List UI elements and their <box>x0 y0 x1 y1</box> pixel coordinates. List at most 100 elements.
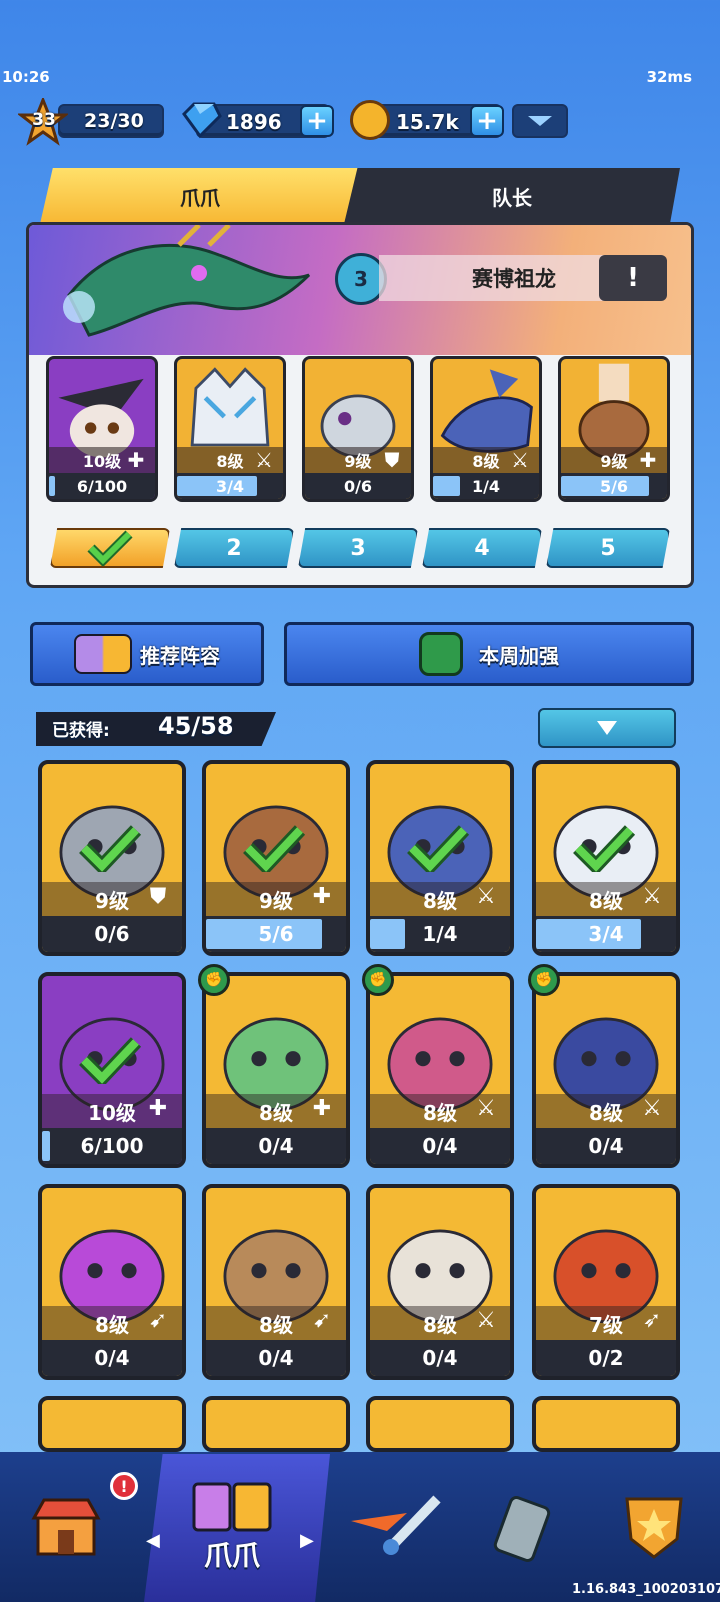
level-text: 9级 <box>344 452 372 471</box>
pet-card-partial[interactable] <box>366 1396 514 1452</box>
slot-4[interactable]: 4 <box>422 528 542 568</box>
team-card[interactable]: 9级 ✚ 5/6 <box>558 356 670 502</box>
pet-card[interactable]: 10级 ✚ 6/100 <box>38 972 186 1168</box>
progress-bar: 0/6 <box>42 916 182 952</box>
shield-icon: ⛊ <box>384 448 400 472</box>
pet-card[interactable]: 8级 ✚ 0/4 <box>202 972 350 1168</box>
progress-text: 0/4 <box>588 1134 624 1158</box>
fist-badge-icon: ✊ <box>198 964 230 996</box>
shop-alert-badge: ! <box>110 1472 138 1500</box>
version-text: 1.16.843_1002031077 <box>572 1582 720 1597</box>
level-text: 8级 <box>216 452 244 471</box>
progress-text: 5/6 <box>599 476 629 496</box>
pet-card-partial[interactable] <box>532 1396 680 1452</box>
chevron-left-icon[interactable]: ◀ <box>146 1530 160 1551</box>
progress-bar: 3/4 <box>177 473 283 499</box>
tab-captain[interactable]: 队长 <box>344 168 680 224</box>
filter-icon <box>597 721 617 735</box>
level-text: 8级 <box>589 888 623 913</box>
progress-bar: 3/4 <box>536 916 676 952</box>
battle-sword-icon[interactable] <box>342 1486 452 1566</box>
eye-icon <box>419 632 463 676</box>
level-text: 8级 <box>423 1100 457 1125</box>
add-coins-button[interactable]: + <box>470 105 504 137</box>
battery-icon[interactable] <box>482 1486 562 1566</box>
team-card[interactable]: 9级 ⛊ 0/6 <box>302 356 414 502</box>
star-shield-icon[interactable] <box>614 1486 694 1566</box>
ping: 32ms <box>646 68 692 86</box>
plus-icon: ✚ <box>127 448 145 472</box>
expand-button[interactable] <box>512 104 568 138</box>
filter-button[interactable] <box>538 708 676 748</box>
progress-text: 3/4 <box>215 476 245 496</box>
owned-label: 已获得: <box>52 721 110 741</box>
weekly-boost-button[interactable]: 本周加强 <box>284 622 694 686</box>
plus-icon: ✚ <box>312 1096 332 1121</box>
plus-icon: ✚ <box>639 448 657 472</box>
sword-icon: ⚔ <box>511 448 529 472</box>
level-text: 7级 <box>589 1312 623 1337</box>
team-card[interactable]: 8级 ⚔ 3/4 <box>174 356 286 502</box>
captain-info-button[interactable]: ! <box>599 255 667 301</box>
team-card[interactable]: 10级 ✚ 6/100 <box>46 356 158 502</box>
fist-badge-icon: ✊ <box>362 964 394 996</box>
progress-text: 1/4 <box>471 476 501 496</box>
sword-icon: ⚔ <box>642 884 662 909</box>
tab-captain-label: 队长 <box>492 185 532 210</box>
team-card[interactable]: 8级 ⚔ 1/4 <box>430 356 542 502</box>
slot-2[interactable]: 2 <box>174 528 294 568</box>
progress-text: 6/100 <box>76 476 128 496</box>
captain-name: 赛博祖龙 <box>472 267 556 291</box>
pet-card[interactable]: 9级 ✚ 5/6 <box>202 760 350 956</box>
progress-bar: 0/4 <box>206 1128 346 1164</box>
progress-bar: 1/4 <box>370 916 510 952</box>
shop-icon[interactable] <box>26 1486 106 1566</box>
level-text: 10级 <box>82 452 122 471</box>
progress-text: 0/4 <box>94 1346 130 1370</box>
pet-card-partial[interactable] <box>38 1396 186 1452</box>
level-text: 8级 <box>589 1100 623 1125</box>
pet-card[interactable]: 8级 ⚔ 0/4 <box>532 972 680 1168</box>
pet-card[interactable]: 9级 ⛊ 0/6 <box>38 760 186 956</box>
progress-text: 0/4 <box>422 1134 458 1158</box>
level-text: 8级 <box>259 1100 293 1125</box>
weekly-label: 本周加强 <box>479 643 559 668</box>
level-text: 8级 <box>423 1312 457 1337</box>
progress-text: 0/4 <box>422 1346 458 1370</box>
progress-text: 0/4 <box>258 1134 294 1158</box>
pet-card[interactable]: 8级 ⚔ 3/4 <box>532 760 680 956</box>
progress-bar: 6/100 <box>42 1128 182 1164</box>
add-gems-button[interactable]: + <box>300 105 334 137</box>
gem-icon <box>178 100 222 140</box>
slot-3[interactable]: 3 <box>298 528 418 568</box>
plus-icon: ✚ <box>148 1096 168 1121</box>
progress-text: 0/6 <box>343 476 373 496</box>
progress-bar: 0/4 <box>370 1340 510 1376</box>
owned-value: 45/58 <box>158 712 234 740</box>
progress-bar: 6/100 <box>49 473 155 499</box>
pet-card[interactable]: 8级 ⚔ 0/4 <box>366 972 514 1168</box>
pet-card[interactable]: 8级 ⚔ 1/4 <box>366 760 514 956</box>
coin-icon <box>350 100 390 140</box>
sword-icon: ⚔ <box>255 448 273 472</box>
stamina: 23/30 <box>84 110 144 132</box>
pointer-icon: ➹ <box>148 1308 168 1333</box>
owned-check-icon <box>79 825 142 872</box>
slot-1-selected[interactable] <box>50 528 170 568</box>
pet-card[interactable]: 8级 ⚔ 0/4 <box>366 1184 514 1380</box>
pet-card[interactable]: 8级 ➹ 0/4 <box>202 1184 350 1380</box>
progress-bar: 0/4 <box>42 1340 182 1376</box>
sword-icon: ⚔ <box>476 884 496 909</box>
level-text: 8级 <box>423 888 457 913</box>
recommend-label: 推荐阵容 <box>140 643 220 668</box>
tab-pets[interactable]: 爪爪 <box>40 168 360 224</box>
progress-bar: 0/4 <box>370 1128 510 1164</box>
slot-5[interactable]: 5 <box>546 528 670 568</box>
level-text: 9级 <box>259 888 293 913</box>
pet-card[interactable]: 7级 ➶ 0/2 <box>532 1184 680 1380</box>
pointer-icon: ➹ <box>312 1308 332 1333</box>
recommend-lineup-button[interactable]: 推荐阵容 <box>30 622 264 686</box>
pet-card-partial[interactable] <box>202 1396 350 1452</box>
pet-card[interactable]: 8级 ➹ 0/4 <box>38 1184 186 1380</box>
chevron-right-icon[interactable]: ▶ <box>300 1530 314 1551</box>
